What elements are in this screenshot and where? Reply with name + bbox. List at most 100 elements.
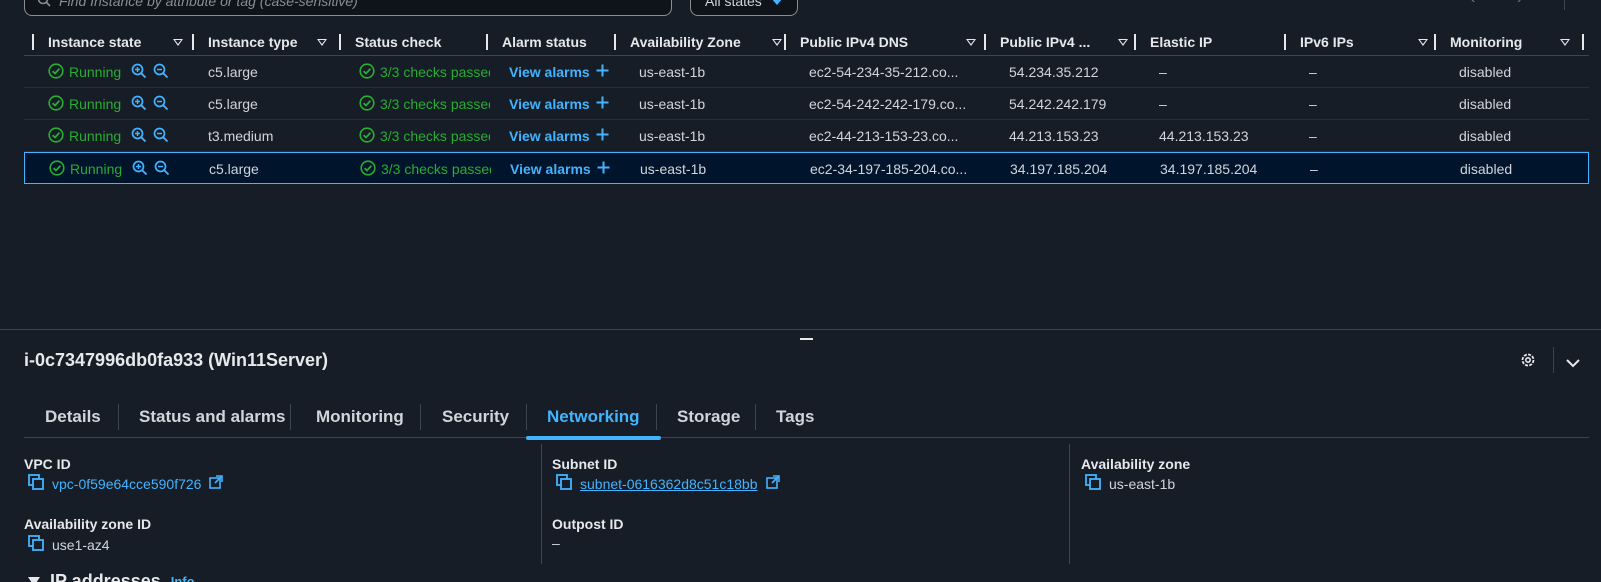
ipv6-ips-cell: – <box>1310 161 1318 177</box>
copy-icon[interactable] <box>1085 474 1101 493</box>
chevron-down-icon <box>1566 355 1580 371</box>
view-alarms-link[interactable]: View alarms <box>509 64 590 80</box>
availability-zone-cell: us-east-1b <box>639 64 706 80</box>
outpost-id-label: Outpost ID <box>552 516 624 532</box>
alarm-status-cell: View alarms <box>509 120 619 152</box>
chevron-left-icon[interactable]: ‹ <box>1470 0 1475 8</box>
availability-zone-label: Availability zone <box>1081 456 1191 472</box>
chevron-right-icon[interactable]: › <box>1517 0 1522 8</box>
view-alarms-link[interactable]: View alarms <box>510 161 591 177</box>
column-header-availability-zone[interactable]: Availability Zone <box>614 28 782 56</box>
instance-search-input[interactable]: Find Instance by attribute or tag (case-… <box>24 0 672 16</box>
tab-details[interactable]: Details <box>45 396 101 438</box>
sort-icon[interactable] <box>966 39 976 46</box>
table-preferences-button[interactable] <box>1564 0 1601 10</box>
column-divider <box>541 444 542 564</box>
add-alarm-icon[interactable] <box>596 128 609 144</box>
subnet-id-link[interactable]: subnet-0616362d8c51c18bb <box>580 476 758 492</box>
column-header-instance-state[interactable]: Instance state <box>32 28 183 56</box>
add-alarm-icon[interactable] <box>596 64 609 80</box>
sort-icon[interactable] <box>1560 39 1570 46</box>
status-check-text: 3/3 checks passed <box>381 161 491 177</box>
instance-state-cell: Running <box>49 153 199 185</box>
caret-down-icon <box>771 0 783 5</box>
resize-handle-icon[interactable] <box>800 338 813 340</box>
view-alarms-link[interactable]: View alarms <box>509 128 590 144</box>
table-header: Instance state Instance type Status chec… <box>24 28 1589 56</box>
tab-monitoring[interactable]: Monitoring <box>316 396 404 438</box>
zoom-in-icon[interactable] <box>131 95 147 114</box>
split-panel-divider[interactable] <box>0 329 1601 330</box>
column-header-public-ipv4-dns[interactable]: Public IPv4 DNS <box>784 28 976 56</box>
status-check-cell: 3/3 checks passed <box>359 56 490 88</box>
column-header-elastic-ip[interactable]: Elastic IP <box>1134 28 1274 56</box>
availability-zone-cell: us-east-1b <box>639 128 706 144</box>
sort-icon[interactable] <box>1418 39 1428 46</box>
alarm-status-cell: View alarms <box>509 88 619 120</box>
sort-icon[interactable] <box>317 39 327 46</box>
sort-icon[interactable] <box>173 39 183 46</box>
status-success-icon <box>359 94 375 114</box>
tab-security[interactable]: Security <box>442 396 509 438</box>
public-dns-cell: ec2-54-242-242-179.co... <box>809 96 967 112</box>
tab-storage[interactable]: Storage <box>677 396 740 438</box>
zoom-in-icon[interactable] <box>132 160 148 179</box>
availability-zone-id-value: use1-az4 <box>28 535 110 554</box>
zoom-in-icon[interactable] <box>131 63 147 82</box>
instance-state-text: Running <box>69 64 122 80</box>
vpc-id-link[interactable]: vpc-0f59e64cce590f726 <box>52 476 201 492</box>
availability-zone-cell: us-east-1b <box>640 161 707 177</box>
copy-icon[interactable] <box>28 535 44 554</box>
column-header-ipv6-ips[interactable]: IPv6 IPs <box>1284 28 1428 56</box>
pagination: ‹ • › <box>1470 0 1522 8</box>
add-alarm-icon[interactable] <box>597 161 610 177</box>
alarm-status-cell: View alarms <box>509 56 619 88</box>
collapse-panel-button[interactable] <box>1566 355 1580 371</box>
details-tabs: Details Status and alarms Monitoring Sec… <box>24 396 1589 440</box>
page-indicator-icon[interactable]: • <box>1493 0 1499 8</box>
column-header-monitoring[interactable]: Monitoring <box>1434 28 1584 56</box>
public-ipv4-cell: 54.242.242.179 <box>1009 96 1107 112</box>
public-ipv4-cell: 34.197.185.204 <box>1010 161 1108 177</box>
elastic-ip-cell: 44.213.153.23 <box>1159 128 1249 144</box>
instance-type-cell: t3.medium <box>208 128 274 144</box>
table-row[interactable]: Running c5.large 3/3 checks passed View ala… <box>24 56 1589 88</box>
column-header-alarm-status[interactable]: Alarm status <box>486 28 606 56</box>
public-dns-cell: ec2-34-197-185-204.co... <box>810 161 968 177</box>
zoom-out-icon[interactable] <box>153 63 169 82</box>
copy-icon[interactable] <box>28 474 44 493</box>
panel-preferences-button[interactable] <box>1520 352 1536 371</box>
external-link-icon[interactable] <box>765 475 780 492</box>
zoom-out-icon[interactable] <box>153 127 169 146</box>
instance-state-filter-select[interactable]: All states <box>690 0 798 16</box>
search-icon <box>37 0 51 10</box>
tab-tags[interactable]: Tags <box>776 396 814 438</box>
monitoring-cell: disabled <box>1460 161 1513 177</box>
external-link-icon[interactable] <box>209 475 224 492</box>
ip-addresses-section-toggle[interactable]: IP addresses Info <box>28 571 195 582</box>
caret-down-icon <box>28 577 40 582</box>
public-ipv4-cell: 44.213.153.23 <box>1009 128 1099 144</box>
tab-networking[interactable]: Networking <box>526 396 661 440</box>
column-header-status-check[interactable]: Status check <box>339 28 476 56</box>
subnet-id-value: subnet-0616362d8c51c18bb <box>556 474 780 493</box>
column-header-public-ipv4[interactable]: Public IPv4 ... <box>984 28 1128 56</box>
status-success-icon <box>48 126 64 146</box>
elastic-ip-cell: 34.197.185.204 <box>1160 161 1258 177</box>
table-row[interactable]: Running t3.medium 3/3 checks passed View al… <box>24 120 1589 152</box>
zoom-in-icon[interactable] <box>131 127 147 146</box>
table-row[interactable]: Running c5.large 3/3 checks passed View ala… <box>24 152 1589 184</box>
column-header-instance-type[interactable]: Instance type <box>192 28 329 56</box>
zoom-out-icon[interactable] <box>153 95 169 114</box>
view-alarms-link[interactable]: View alarms <box>509 96 590 112</box>
copy-icon[interactable] <box>556 474 572 493</box>
sort-icon[interactable] <box>772 39 782 46</box>
add-alarm-icon[interactable] <box>596 96 609 112</box>
sort-icon[interactable] <box>1118 39 1128 46</box>
table-row[interactable]: Running c5.large 3/3 checks passed View ala… <box>24 88 1589 120</box>
zoom-out-icon[interactable] <box>154 160 170 179</box>
info-link[interactable]: Info <box>171 574 195 582</box>
alarm-status-cell: View alarms <box>510 153 620 185</box>
tab-status-and-alarms[interactable]: Status and alarms <box>139 396 285 438</box>
status-success-icon <box>359 126 375 146</box>
